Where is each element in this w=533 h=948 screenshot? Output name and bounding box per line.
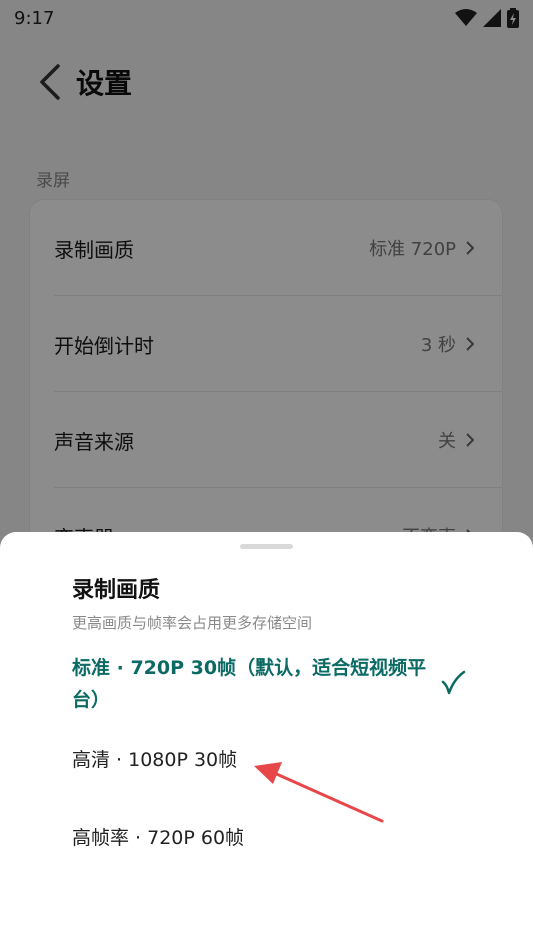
sheet-title: 录制画质 bbox=[72, 578, 161, 603]
sheet-subtitle: 更高画质与帧率会占用更多存储空间 bbox=[72, 614, 313, 632]
sheet-drag-handle[interactable] bbox=[240, 544, 293, 549]
option-high-fps-720p[interactable]: 高帧率 · 720P 60帧 bbox=[72, 822, 442, 854]
option-standard-720p[interactable]: 标准 · 720P 30帧（默认，适合短视频平台） bbox=[72, 652, 442, 716]
option-hd-1080p[interactable]: 高清 · 1080P 30帧 bbox=[72, 744, 442, 776]
check-icon bbox=[441, 670, 466, 695]
quality-bottom-sheet: 录制画质 更高画质与帧率会占用更多存储空间 标准 · 720P 30帧（默认，适… bbox=[0, 532, 533, 948]
